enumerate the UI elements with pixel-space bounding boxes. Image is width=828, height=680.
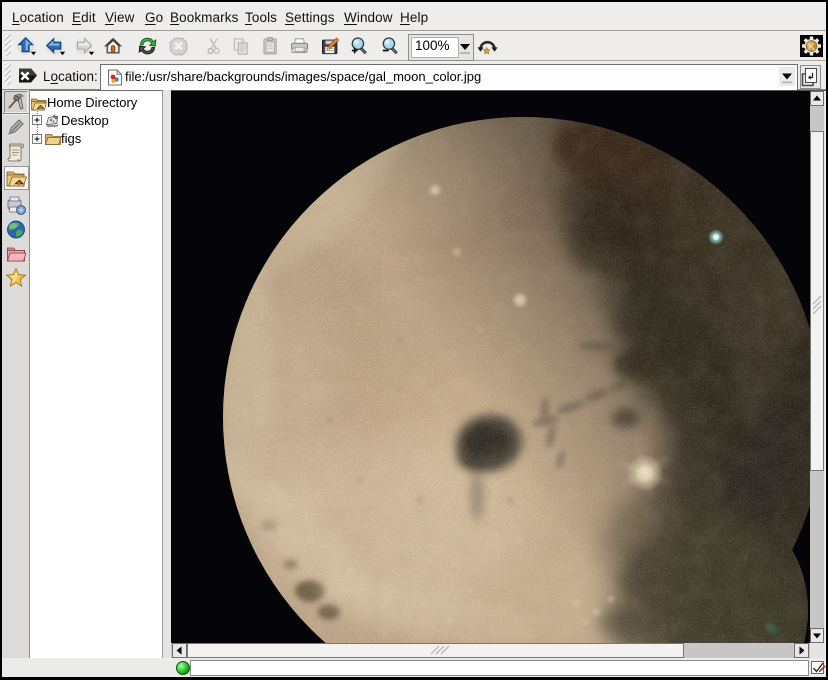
svg-text:K: K bbox=[808, 42, 815, 53]
